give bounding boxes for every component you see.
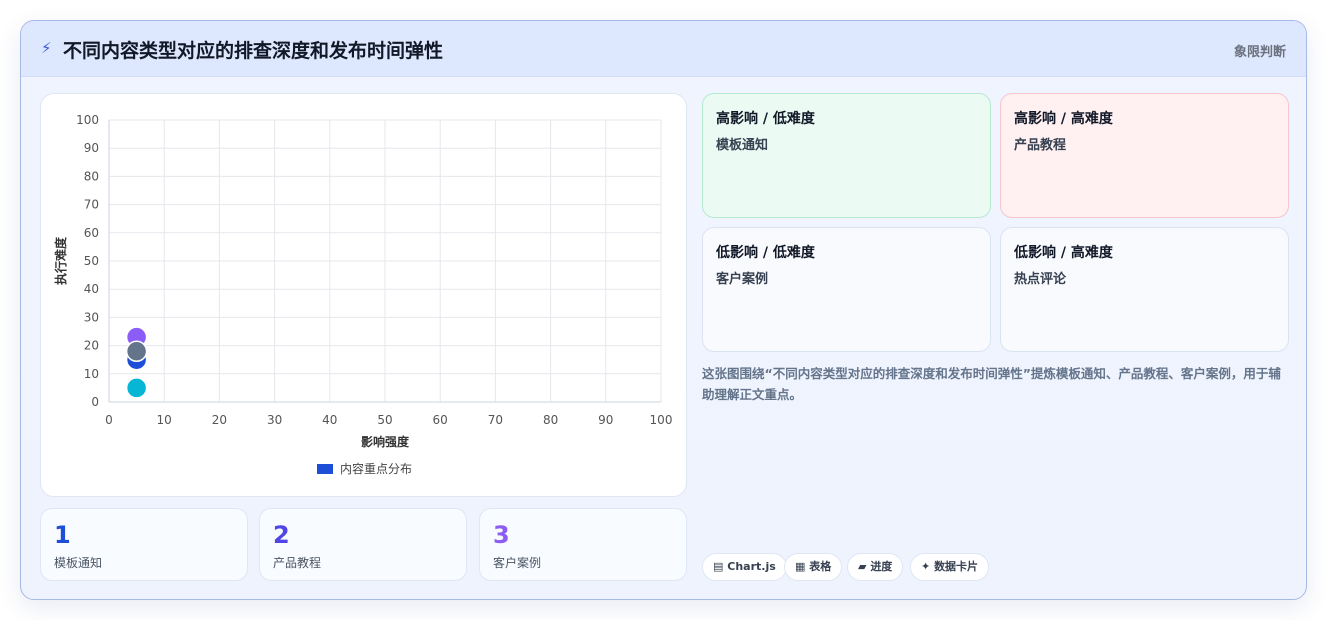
stat-label: 产品教程 — [273, 556, 322, 570]
chip-label: 表格 — [809, 560, 832, 573]
legend-swatch — [317, 464, 333, 474]
quadrant-item: 产品教程 — [1014, 138, 1067, 153]
stat-label: 模板通知 — [54, 556, 103, 570]
quadrant-item: 客户案例 — [716, 272, 769, 287]
x-axis-title: 影响强度 — [361, 434, 410, 449]
stat-card-1: 1 模板通知 — [40, 508, 248, 581]
quadrant-high-impact-low-difficulty: 高影响 / 低难度 模板通知 — [702, 93, 991, 218]
stat-value: 3 — [493, 521, 510, 549]
sparkle-icon: ✦ — [921, 560, 931, 573]
stat-label: 客户案例 — [493, 556, 542, 570]
quadrant-item: 热点评论 — [1014, 272, 1067, 287]
x-tick-label: 20 — [212, 413, 227, 427]
main-card: ⚡ 不同内容类型对应的排查深度和发布时间弹性 象限判断 0 0 10 10 20 20 30… — [20, 20, 1307, 600]
y-tick-label: 70 — [84, 198, 99, 212]
card-header: ⚡ 不同内容类型对应的排查深度和发布时间弹性 象限判断 — [21, 21, 1306, 77]
header-tag: 象限判断 — [1233, 45, 1286, 60]
stat-card-2: 2 产品教程 — [259, 508, 467, 581]
x-tick-label: 40 — [322, 413, 337, 427]
chip-data-card[interactable]: ✦ 数据卡片 — [910, 553, 990, 581]
quadrant-title: 高影响 / 高难度 — [1014, 111, 1113, 127]
scatter-chart: 00 10 10 20 20 30 30 40 40 50 50 60 60 70 70 80 80 90 90 10… — [53, 113, 673, 476]
chart-description: 这张图围绕“不同内容类型对应的排查深度和发布时间弹性”提炼模板通知、产品教程、客… — [702, 366, 1281, 402]
quadrant-item: 模板通知 — [716, 138, 769, 153]
legend-label: 内容重点分布 — [340, 461, 412, 476]
x-tick-label: 0 — [105, 413, 113, 427]
chip-table[interactable]: ▦ 表格 — [784, 553, 843, 581]
x-tick-label: 30 — [267, 413, 282, 427]
quadrant-high-impact-high-difficulty: 高影响 / 高难度 产品教程 — [1000, 93, 1289, 218]
chip-label: 数据卡片 — [934, 560, 979, 573]
data-point — [125, 340, 148, 362]
y-tick-label: 60 — [84, 226, 99, 240]
bolt-icon: ⚡ — [41, 39, 52, 57]
stat-card-3: 3 客户案例 — [479, 508, 687, 581]
x-tick-label: 90 — [598, 413, 613, 427]
y-tick-label: 10 — [84, 367, 99, 381]
x-tick-label: 10 — [157, 413, 172, 427]
table-icon: ▦ — [795, 560, 806, 573]
y-axis-title: 执行难度 — [53, 236, 68, 285]
y-tick-label: 0 — [91, 395, 99, 409]
progress-icon: ▰ — [858, 560, 867, 573]
x-tick-label: 50 — [377, 413, 392, 427]
x-tick-label: 60 — [433, 413, 448, 427]
chip-chartjs[interactable]: ▤ Chart.js — [702, 553, 787, 581]
chart-icon: ▤ — [713, 560, 724, 573]
data-point — [125, 377, 148, 399]
quadrant-low-impact-high-difficulty: 低影响 / 高难度 热点评论 — [1000, 227, 1289, 352]
y-tick-label: 50 — [84, 254, 99, 268]
y-tick-label: 100 — [76, 113, 99, 127]
stat-value: 2 — [273, 521, 290, 549]
x-tick-label: 80 — [543, 413, 558, 427]
chart-panel: 0 0 10 10 20 20 30 30 40 40 50 50 60 60 70 70 80 80 90 90 10… — [40, 93, 687, 497]
y-tick-label: 30 — [84, 310, 99, 324]
quadrant-title: 低影响 / 低难度 — [716, 245, 815, 261]
chip-progress[interactable]: ▰ 进度 — [847, 553, 904, 581]
y-tick-label: 80 — [84, 169, 99, 183]
chip-label: Chart.js — [727, 560, 776, 573]
chip-label: 进度 — [870, 560, 893, 573]
x-tick-label: 100 — [650, 413, 673, 427]
x-tick-label: 70 — [488, 413, 503, 427]
y-tick-label: 20 — [84, 339, 99, 353]
quadrant-low-impact-low-difficulty: 低影响 / 低难度 客户案例 — [702, 227, 991, 352]
stat-value: 1 — [54, 521, 71, 549]
quadrant-title: 高影响 / 低难度 — [716, 111, 815, 127]
y-tick-label: 90 — [84, 141, 99, 155]
page-title: 不同内容类型对应的排查深度和发布时间弹性 — [63, 40, 444, 62]
quadrant-title: 低影响 / 高难度 — [1014, 245, 1113, 261]
y-tick-label: 40 — [84, 282, 99, 296]
